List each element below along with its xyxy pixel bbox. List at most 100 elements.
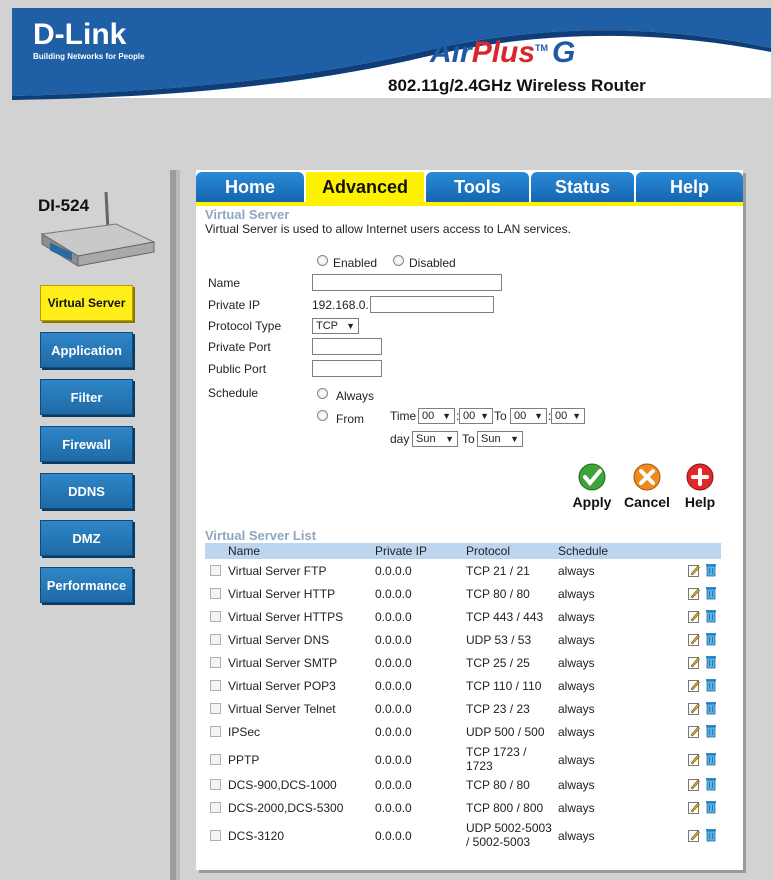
protocol-type-label: Protocol Type: [208, 319, 282, 333]
row-checkbox[interactable]: [210, 754, 221, 765]
trash-icon[interactable]: [705, 586, 717, 600]
schedule-from-radio[interactable]: [317, 410, 328, 421]
trash-icon[interactable]: [705, 655, 717, 669]
row-protocol-line1: UDP 5002-5003: [466, 821, 552, 835]
edit-icon[interactable]: [688, 679, 700, 692]
trash-icon[interactable]: [705, 609, 717, 623]
col-private-ip: Private IP: [375, 544, 428, 558]
enabled-radio[interactable]: [317, 255, 328, 266]
time-from-min-select[interactable]: 00 ▼: [459, 408, 493, 424]
chevron-down-icon: ▼: [480, 411, 489, 421]
table-row: Virtual Server SMTP 0.0.0.0 TCP 25 / 25 alw…: [205, 655, 721, 673]
help-button[interactable]: Help: [675, 462, 725, 510]
time-to-hour-select[interactable]: 00 ▼: [510, 408, 547, 424]
edit-icon[interactable]: [688, 587, 700, 600]
sidebar-item-ddns[interactable]: DDNS: [40, 473, 133, 509]
sidebar-item-filter[interactable]: Filter: [40, 379, 133, 415]
row-checkbox[interactable]: [210, 657, 221, 668]
sidebar-item-dmz[interactable]: DMZ: [40, 520, 133, 556]
edit-icon[interactable]: [688, 656, 700, 669]
cancel-label: Cancel: [624, 494, 670, 510]
chevron-down-icon: ▼: [442, 411, 451, 421]
day-from-select[interactable]: Sun ▼: [412, 431, 458, 447]
row-checkbox[interactable]: [210, 680, 221, 691]
row-checkbox[interactable]: [210, 634, 221, 645]
schedule-always-radio[interactable]: [317, 388, 328, 399]
private-port-label: Private Port: [208, 340, 271, 354]
chevron-down-icon: ▼: [534, 411, 543, 421]
row-schedule: always: [558, 564, 595, 578]
tab-advanced[interactable]: Advanced: [306, 172, 424, 202]
edit-icon[interactable]: [688, 633, 700, 646]
trash-icon[interactable]: [705, 752, 717, 766]
router-model: 802.11g/2.4GHz Wireless Router: [388, 76, 646, 95]
protocol-type-select[interactable]: TCP ▼: [312, 318, 359, 334]
time-to-min-select[interactable]: 00 ▼: [551, 408, 585, 424]
edit-icon[interactable]: [688, 702, 700, 715]
table-row: Virtual Server HTTPS 0.0.0.0 TCP 443 / 443…: [205, 609, 721, 627]
edit-icon[interactable]: [688, 801, 700, 814]
edit-icon[interactable]: [688, 778, 700, 791]
disabled-radio[interactable]: [393, 255, 404, 266]
day-to-select[interactable]: Sun ▼: [477, 431, 523, 447]
edit-icon[interactable]: [688, 753, 700, 766]
name-input[interactable]: [312, 274, 502, 291]
row-checkbox[interactable]: [210, 703, 221, 714]
row-checkbox[interactable]: [210, 588, 221, 599]
row-name: Virtual Server HTTPS: [228, 610, 344, 624]
day-from-value: Sun: [416, 433, 436, 445]
row-private-ip: 0.0.0.0: [375, 633, 412, 647]
row-name: Virtual Server Telnet: [228, 702, 336, 716]
private-port-input[interactable]: [312, 338, 382, 355]
row-checkbox[interactable]: [210, 779, 221, 790]
airplus-g: G: [552, 36, 576, 69]
row-protocol-line1: TCP 80 / 80: [466, 587, 530, 601]
row-protocol-line1: TCP 23 / 23: [466, 702, 530, 716]
trash-icon[interactable]: [705, 828, 717, 842]
row-checkbox[interactable]: [210, 726, 221, 737]
edit-icon[interactable]: [688, 610, 700, 623]
trash-icon[interactable]: [705, 632, 717, 646]
row-checkbox[interactable]: [210, 830, 221, 841]
sidebar-item-firewall[interactable]: Firewall: [40, 426, 133, 462]
time-label: Time: [390, 409, 417, 423]
trash-icon[interactable]: [705, 800, 717, 814]
row-checkbox[interactable]: [210, 802, 221, 813]
time-from-hour-select[interactable]: 00 ▼: [418, 408, 455, 424]
edit-icon[interactable]: [688, 725, 700, 738]
public-port-input[interactable]: [312, 360, 382, 377]
section-description: Virtual Server is used to allow Internet…: [205, 222, 571, 236]
header-banner: D-Link Building Networks for People AirP…: [0, 0, 773, 105]
tab-help[interactable]: Help: [636, 172, 743, 202]
table-row: DCS-2000,DCS-5300 0.0.0.0 TCP 800 / 800 alw…: [205, 800, 721, 818]
trash-icon[interactable]: [705, 724, 717, 738]
time-to-hour-value: 00: [514, 410, 527, 422]
name-label: Name: [208, 276, 241, 290]
tab-tools[interactable]: Tools: [426, 172, 529, 202]
row-protocol-line1: TCP 800 / 800: [466, 801, 544, 815]
row-protocol: TCP 25 / 25: [466, 656, 530, 670]
trash-icon[interactable]: [705, 563, 717, 577]
row-protocol: TCP 443 / 443: [466, 610, 543, 624]
row-checkbox[interactable]: [210, 565, 221, 576]
sidebar-item-virtual-server[interactable]: Virtual Server: [40, 285, 133, 321]
edit-icon[interactable]: [688, 564, 700, 577]
row-checkbox[interactable]: [210, 611, 221, 622]
apply-button[interactable]: Apply: [567, 462, 617, 510]
list-header: Name Private IP Protocol Schedule: [205, 543, 721, 559]
time-to-min-value: 00: [555, 410, 568, 422]
row-name: Virtual Server SMTP: [228, 656, 338, 670]
table-row: PPTP 0.0.0.0 TCP 1723 /1723 always: [205, 745, 721, 773]
trash-icon[interactable]: [705, 777, 717, 791]
tab-status[interactable]: Status: [531, 172, 634, 202]
trash-icon[interactable]: [705, 701, 717, 715]
private-ip-input[interactable]: [370, 296, 494, 313]
trash-icon[interactable]: [705, 678, 717, 692]
sidebar-item-performance[interactable]: Performance: [40, 567, 133, 603]
chevron-down-icon: ▼: [346, 321, 355, 331]
tab-home[interactable]: Home: [196, 172, 304, 202]
edit-icon[interactable]: [688, 829, 700, 842]
sidebar-item-application[interactable]: Application: [40, 332, 133, 368]
cancel-button[interactable]: Cancel: [622, 462, 672, 510]
private-ip-label: Private IP: [208, 298, 261, 312]
